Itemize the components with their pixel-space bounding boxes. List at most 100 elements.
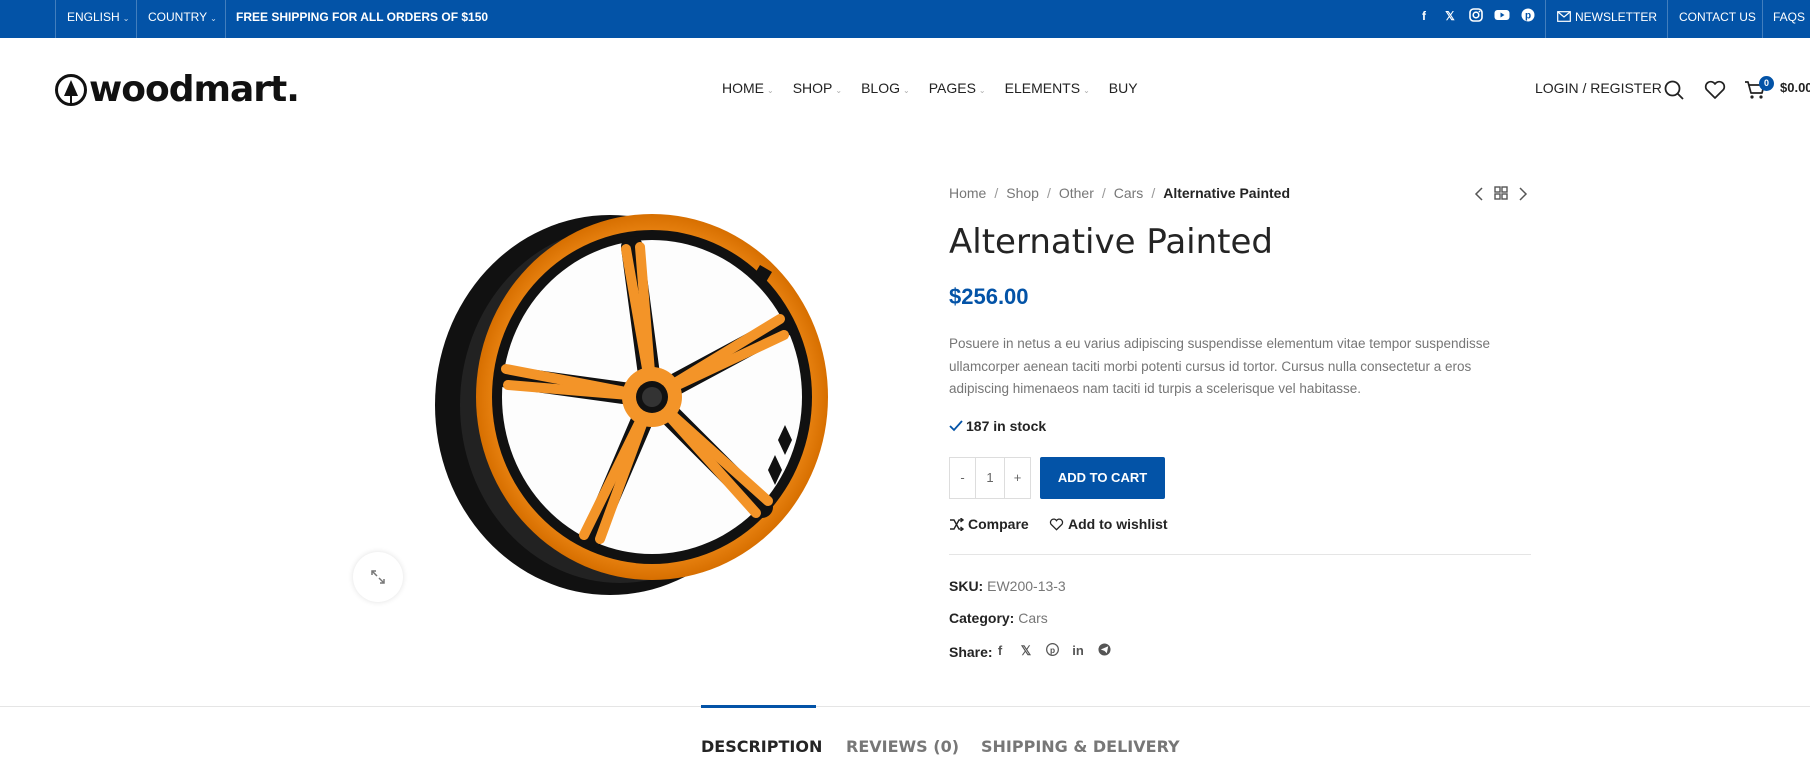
tab-shipping-delivery[interactable]: SHIPPING & DELIVERY xyxy=(981,737,1180,756)
nav-item-buy[interactable]: BUY xyxy=(1109,80,1138,96)
breadcrumb-link[interactable]: Cars xyxy=(1114,185,1144,201)
breadcrumb: Home / Shop / Other / Cars / Alternative Painted xyxy=(949,185,1291,201)
chevron-down-icon: ⌄ xyxy=(210,14,217,23)
divider xyxy=(1762,0,1763,38)
divider xyxy=(55,0,56,38)
product-description: Posuere in netus a eu varius adipiscing … xyxy=(949,336,1491,396)
share-row: Share: xyxy=(949,644,993,660)
heart-icon[interactable] xyxy=(1704,80,1726,100)
category-row: Category: Cars xyxy=(949,610,1048,626)
product-navigation xyxy=(1474,185,1534,203)
nav-label: ELEMENTS xyxy=(1004,80,1081,96)
logo-text: woodmart. xyxy=(89,69,300,110)
login-register-link[interactable]: LOGIN / REGISTER xyxy=(1535,80,1662,96)
breadcrumb-link[interactable]: Home xyxy=(949,185,986,201)
newsletter-label: NEWSLETTER xyxy=(1575,10,1658,24)
social-links: f 𝕏 p xyxy=(1416,8,1536,26)
promo-text: FREE SHIPPING FOR ALL ORDERS OF $150 xyxy=(236,10,489,24)
language-selector[interactable]: ENGLISH ⌄ xyxy=(67,0,129,38)
quantity-decrease-button[interactable]: - xyxy=(950,458,975,498)
linkedin-icon[interactable]: in xyxy=(1071,643,1085,659)
chevron-down-icon: ⌄ xyxy=(122,14,130,23)
nav-label: BUY xyxy=(1108,80,1138,96)
main-navigation: HOME ⌄ SHOP ⌄ BLOG ⌄ PAGES ⌄ ELEMENTS ⌄ BUY xyxy=(722,80,1157,96)
breadcrumb-link[interactable]: Shop xyxy=(1006,185,1039,201)
compare-label: Compare xyxy=(968,516,1029,532)
facebook-icon[interactable]: f xyxy=(993,643,1007,659)
newsletter-link[interactable]: NEWSLETTER xyxy=(1557,0,1657,38)
cart-count-badge: 0 xyxy=(1759,76,1774,91)
chevron-down-icon: ⌄ xyxy=(978,86,986,95)
divider xyxy=(949,554,1531,555)
chevron-down-icon: ⌄ xyxy=(1083,86,1090,95)
product-title: Alternative Painted xyxy=(949,222,1273,262)
svg-text:p: p xyxy=(1525,11,1531,22)
tabs-divider xyxy=(0,706,1810,707)
search-icon[interactable] xyxy=(1664,80,1684,100)
language-label: ENGLISH xyxy=(67,10,120,24)
nav-item-shop[interactable]: SHOP ⌄ xyxy=(793,80,842,96)
category-link[interactable]: Cars xyxy=(1018,610,1048,626)
svg-text:p: p xyxy=(1049,645,1054,655)
chevron-right-icon[interactable] xyxy=(1518,187,1528,201)
tree-logo-icon xyxy=(55,74,87,106)
expand-icon xyxy=(371,570,385,584)
top-bar: ENGLISH ⌄ COUNTRY ⌄ FREE SHIPPING FOR ALL … xyxy=(0,0,1810,38)
faqs-link[interactable]: FAQS xyxy=(1773,0,1805,38)
nav-item-home[interactable]: HOME ⌄ xyxy=(722,80,774,96)
x-icon[interactable]: 𝕏 xyxy=(1019,643,1033,659)
breadcrumb-link[interactable]: Other xyxy=(1059,185,1094,201)
nav-label: BLOG xyxy=(861,80,900,96)
add-to-wishlist-button[interactable]: Add to wishlist xyxy=(1049,516,1168,532)
nav-item-blog[interactable]: BLOG ⌄ xyxy=(861,80,910,96)
product-image[interactable] xyxy=(430,200,830,600)
chevron-left-icon[interactable] xyxy=(1474,187,1484,201)
facebook-icon[interactable]: f xyxy=(1416,8,1432,24)
youtube-icon[interactable] xyxy=(1494,8,1510,24)
check-icon xyxy=(949,420,963,432)
category-label: Category: xyxy=(949,610,1015,626)
chevron-down-icon: ⌄ xyxy=(903,86,910,95)
stock-status: 187 in stock xyxy=(949,418,1046,434)
heart-icon xyxy=(1049,518,1064,531)
chevron-down-icon: ⌄ xyxy=(767,86,774,95)
add-to-cart-button[interactable]: ADD TO CART xyxy=(1040,457,1165,499)
quantity-input[interactable]: 1 xyxy=(975,458,1005,498)
tab-reviews[interactable]: REVIEWS (0) xyxy=(846,737,959,756)
contact-link[interactable]: CONTACT US xyxy=(1679,0,1756,38)
tab-description[interactable]: DESCRIPTION xyxy=(701,737,822,756)
stock-label: 187 in stock xyxy=(966,418,1047,434)
mail-icon xyxy=(1557,11,1571,22)
divider xyxy=(1545,0,1546,38)
pinterest-icon[interactable]: p xyxy=(1045,643,1059,659)
nav-item-elements[interactable]: ELEMENTS ⌄ xyxy=(1005,80,1090,96)
x-icon[interactable]: 𝕏 xyxy=(1442,8,1458,24)
nav-label: PAGES xyxy=(928,80,976,96)
sku-label: SKU: xyxy=(949,578,984,594)
cart-total[interactable]: $0.00 xyxy=(1780,80,1810,95)
divider xyxy=(1667,0,1668,38)
compare-button[interactable]: Compare xyxy=(949,516,1029,532)
site-logo[interactable]: woodmart. xyxy=(55,69,300,110)
divider xyxy=(136,0,137,38)
share-label: Share: xyxy=(949,644,993,660)
quantity-stepper: - 1 + xyxy=(949,457,1031,499)
country-selector[interactable]: COUNTRY ⌄ xyxy=(148,0,217,38)
grid-icon[interactable] xyxy=(1494,186,1508,200)
pinterest-icon[interactable]: p xyxy=(1520,8,1536,24)
telegram-icon[interactable] xyxy=(1097,643,1111,659)
quantity-increase-button[interactable]: + xyxy=(1005,458,1030,498)
instagram-icon[interactable] xyxy=(1468,8,1484,24)
sku-row: SKU: EW200-13-3 xyxy=(949,578,1066,594)
divider xyxy=(225,0,226,38)
nav-label: SHOP xyxy=(792,80,833,96)
compare-icon xyxy=(950,517,965,532)
wishlist-label: Add to wishlist xyxy=(1068,516,1168,532)
chevron-down-icon: ⌄ xyxy=(835,86,843,95)
share-icons: f 𝕏 p in xyxy=(993,643,1111,659)
zoom-button[interactable] xyxy=(353,552,403,602)
country-label: COUNTRY xyxy=(148,10,208,24)
sku-value: EW200-13-3 xyxy=(987,578,1066,594)
nav-item-pages[interactable]: PAGES ⌄ xyxy=(929,80,986,96)
product-price: $256.00 xyxy=(949,284,1029,309)
